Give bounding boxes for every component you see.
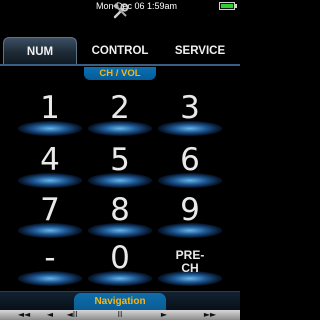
key-5[interactable]: 5 [88, 138, 152, 190]
key-pre-ch[interactable]: PRE- CH [158, 236, 222, 288]
key-7[interactable]: 7 [18, 188, 82, 240]
key-4[interactable]: 4 [18, 138, 82, 190]
key-label: 2 [110, 90, 130, 126]
key-label: 9 [180, 192, 200, 228]
key-9[interactable]: 9 [158, 188, 222, 240]
rewind-icon[interactable]: ◄◄ [14, 310, 34, 320]
tab-num[interactable]: NUM [3, 37, 77, 65]
tab-service[interactable]: SERVICE [164, 37, 236, 65]
key-3[interactable]: 3 [158, 86, 222, 138]
key-1[interactable]: 1 [18, 86, 82, 138]
navigation-section: Navigation [0, 291, 240, 310]
tab-control[interactable]: CONTROL [84, 37, 156, 65]
tab-bar: NUM CONTROL SERVICE [0, 37, 240, 65]
key-2[interactable]: 2 [88, 86, 152, 138]
step-back-icon[interactable]: ◄II [62, 310, 82, 320]
key-label: 3 [180, 90, 200, 126]
key-label: 4 [40, 142, 60, 178]
numeric-keypad: 1 2 3 4 5 6 7 8 9 - 0 PRE- CH [0, 82, 240, 290]
key-label: 0 [110, 240, 130, 276]
key-0[interactable]: 0 [88, 236, 152, 288]
tab-divider [0, 64, 240, 66]
play-icon[interactable]: ► [154, 310, 174, 320]
key-8[interactable]: 8 [88, 188, 152, 240]
pause-icon[interactable]: II [110, 310, 130, 320]
key-label: 5 [110, 142, 130, 178]
fast-forward-icon[interactable]: ►► [200, 310, 220, 320]
ch-vol-section-header[interactable]: CH / VOL [84, 67, 156, 80]
key-label: 8 [110, 192, 130, 228]
tools-icon [113, 3, 129, 19]
key-dash[interactable]: - [18, 236, 82, 288]
navigation-section-header[interactable]: Navigation [74, 293, 166, 310]
key-label: - [44, 240, 56, 276]
key-label: PRE- CH [175, 248, 205, 275]
battery-icon [219, 2, 237, 10]
key-label: 1 [40, 90, 60, 126]
key-label: 7 [40, 192, 60, 228]
key-6[interactable]: 6 [158, 138, 222, 190]
previous-icon[interactable]: ◄ [40, 310, 60, 320]
key-label: 6 [180, 142, 200, 178]
status-datetime: Mon Dec 06 1:59am [96, 1, 178, 11]
transport-bar: ◄◄ ◄ ◄II II ► ►► [0, 310, 240, 320]
